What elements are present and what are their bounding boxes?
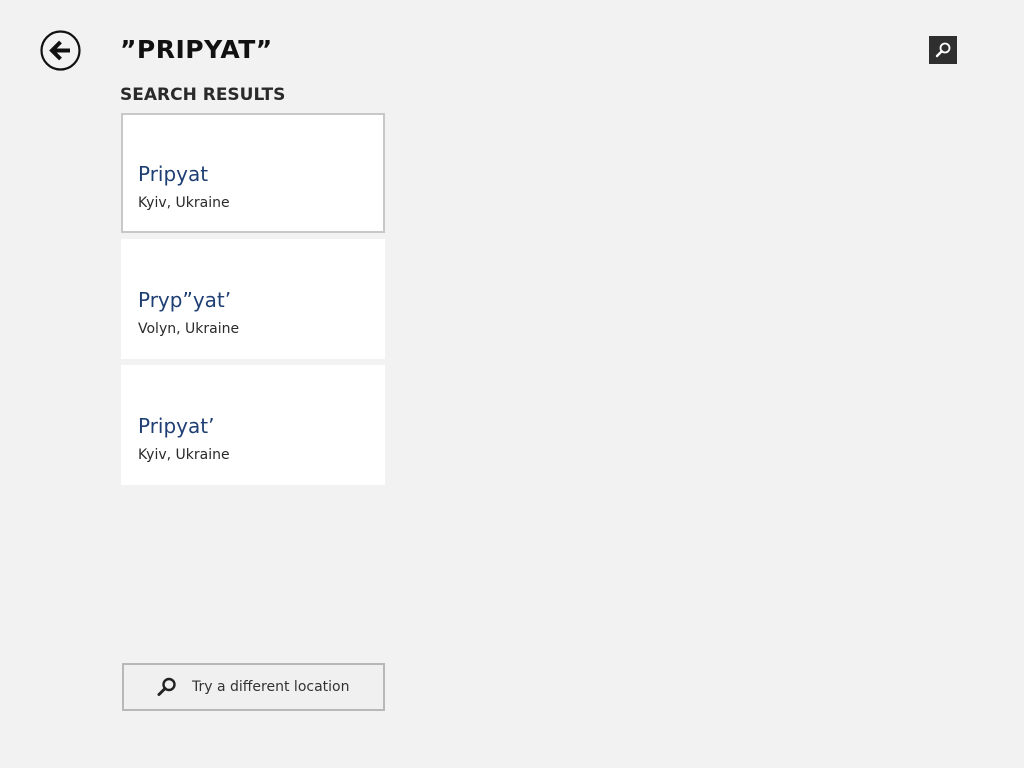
search-results-list: Pripyat Kyiv, Ukraine Pryp”yat’ Volyn, U… [121, 113, 385, 491]
back-arrow-icon [40, 30, 81, 71]
result-region: Volyn, Ukraine [138, 321, 240, 337]
try-different-location-button[interactable]: Try a different location [122, 663, 385, 711]
result-name: Pripyat’ [138, 414, 215, 438]
result-region: Kyiv, Ukraine [138, 447, 230, 463]
try-different-location-label: Try a different location [192, 679, 350, 695]
result-tile[interactable]: Pripyat Kyiv, Ukraine [121, 113, 385, 233]
result-name: Pryp”yat’ [138, 288, 232, 312]
page-title: ”PRIPYAT” [120, 35, 273, 64]
result-name: Pripyat [138, 162, 209, 186]
result-tile[interactable]: Pryp”yat’ Volyn, Ukraine [121, 239, 385, 359]
search-icon [935, 42, 951, 58]
back-button[interactable] [40, 30, 81, 71]
search-button[interactable] [929, 36, 957, 64]
search-results-heading: SEARCH RESULTS [120, 85, 286, 105]
result-tile[interactable]: Pripyat’ Kyiv, Ukraine [121, 365, 385, 485]
result-region: Kyiv, Ukraine [138, 195, 230, 211]
search-icon [156, 676, 178, 698]
